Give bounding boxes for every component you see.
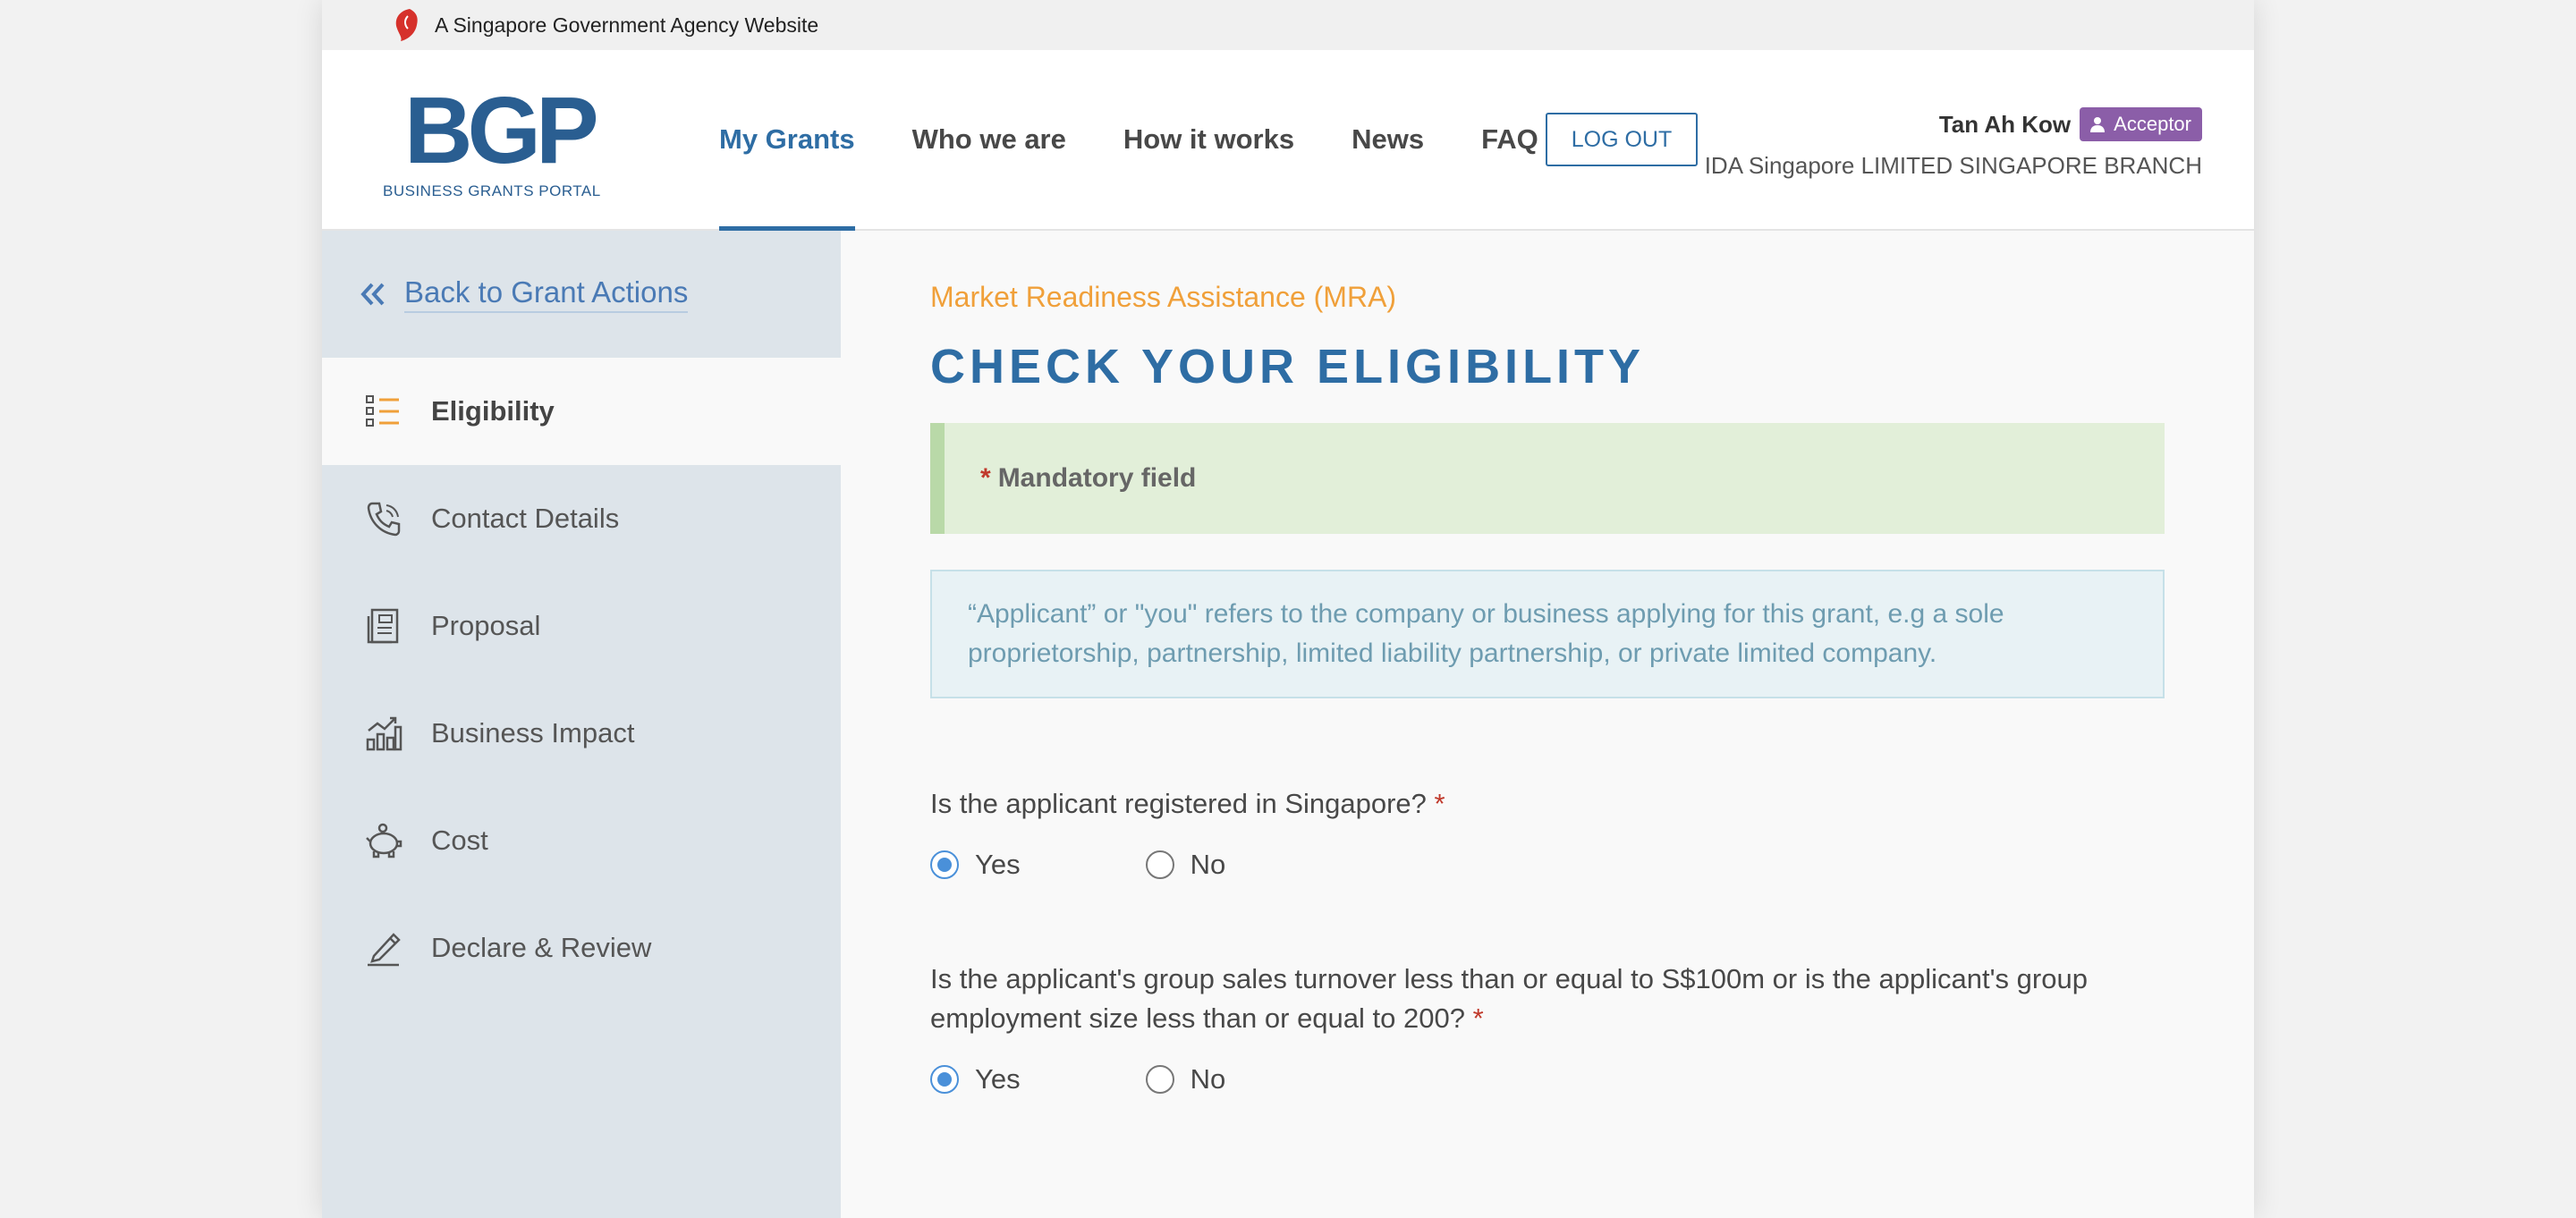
- mandatory-note: * Mandatory field: [930, 423, 2165, 534]
- radio-yes[interactable]: Yes: [930, 1063, 1021, 1095]
- main-nav: My Grants Who we are How it works News F…: [719, 50, 1596, 231]
- back-to-grant-actions-link[interactable]: Back to Grant Actions: [322, 231, 841, 358]
- question-label: Is the applicant registered in Singapore…: [930, 784, 2165, 824]
- sidebar-item-label: Declare & Review: [431, 932, 652, 963]
- nav-how-it-works[interactable]: How it works: [1123, 50, 1294, 229]
- mandatory-note-text: Mandatory field: [997, 463, 1197, 493]
- chart-icon: [366, 716, 402, 751]
- role-badge: Acceptor: [2080, 107, 2202, 141]
- phone-icon: [367, 502, 401, 537]
- pen-icon: [368, 933, 401, 967]
- radio-label: Yes: [975, 1063, 1021, 1095]
- main-content: Market Readiness Assistance (MRA) CHECK …: [930, 231, 2165, 1095]
- radio-no[interactable]: No: [1145, 849, 1226, 881]
- bgp-logo[interactable]: BGP BUSINESS GRANTS PORTAL: [383, 78, 606, 200]
- nav-news[interactable]: News: [1352, 50, 1424, 229]
- user-info: Tan Ah Kow Acceptor IDA Singapore LIMITE…: [1705, 107, 2202, 180]
- piggy-bank-icon: [366, 823, 402, 859]
- sidebar-item-label: Cost: [431, 825, 488, 856]
- radio-circle[interactable]: [1145, 850, 1174, 879]
- radio-yes[interactable]: Yes: [930, 849, 1021, 881]
- radio-group: Yes No: [930, 1063, 2165, 1095]
- radio-label: No: [1190, 849, 1226, 880]
- required-asterisk: *: [980, 463, 991, 493]
- question-text: Is the applicant's group sales turnover …: [930, 963, 2088, 1034]
- question-text: Is the applicant registered in Singapore…: [930, 788, 1427, 819]
- gov-masthead: A Singapore Government Agency Website: [322, 0, 2254, 50]
- person-icon: [2090, 117, 2106, 132]
- question-label: Is the applicant's group sales turnover …: [930, 960, 2165, 1038]
- sidebar-item-eligibility[interactable]: Eligibility: [322, 358, 841, 465]
- logo-mark: BGP: [404, 78, 599, 183]
- nav-my-grants[interactable]: My Grants: [719, 50, 855, 231]
- required-asterisk: *: [1472, 1002, 1484, 1034]
- document-icon: [367, 608, 399, 644]
- sidebar-item-business-impact[interactable]: Business Impact: [322, 680, 841, 787]
- lion-head-icon: [395, 9, 418, 41]
- question-turnover: Is the applicant's group sales turnover …: [930, 960, 2165, 1095]
- sidebar-item-label: Business Impact: [431, 717, 635, 749]
- radio-label: Yes: [975, 849, 1021, 880]
- radio-no[interactable]: No: [1145, 1063, 1226, 1095]
- sidebar-item-cost[interactable]: Cost: [322, 787, 841, 894]
- user-name: Tan Ah Kow: [1938, 110, 2072, 138]
- applicant-definition-info: “Applicant” or "you" refers to the compa…: [930, 570, 2165, 698]
- sidebar-item-label: Proposal: [431, 610, 541, 641]
- back-link-label: Back to Grant Actions: [404, 275, 689, 313]
- question-registered: Is the applicant registered in Singapore…: [930, 784, 2165, 881]
- radio-circle[interactable]: [930, 1065, 959, 1094]
- organisation-name: IDA Singapore LIMITED SINGAPORE BRANCH: [1704, 152, 2202, 179]
- list-icon: [366, 395, 399, 427]
- nav-who-we-are[interactable]: Who we are: [912, 50, 1066, 229]
- radio-circle[interactable]: [930, 850, 959, 879]
- sidebar-item-label: Contact Details: [431, 503, 620, 534]
- required-asterisk: *: [1434, 788, 1445, 819]
- grant-name: Market Readiness Assistance (MRA): [930, 281, 1397, 313]
- sidebar-item-declare-review[interactable]: Declare & Review: [322, 894, 841, 1002]
- radio-label: No: [1190, 1063, 1226, 1095]
- sidebar: Back to Grant Actions Eligibility Contac…: [322, 231, 841, 1218]
- radio-group: Yes No: [930, 849, 2165, 881]
- sidebar-item-contact-details[interactable]: Contact Details: [322, 465, 841, 572]
- logo-subtitle: BUSINESS GRANTS PORTAL: [383, 182, 601, 199]
- double-chevron-left-icon: [360, 283, 385, 306]
- sidebar-item-label: Eligibility: [431, 395, 555, 427]
- logout-button[interactable]: LOG OUT: [1546, 113, 1698, 166]
- radio-circle[interactable]: [1145, 1065, 1174, 1094]
- masthead-text: A Singapore Government Agency Website: [435, 13, 819, 37]
- site-header: BGP BUSINESS GRANTS PORTAL My Grants Who…: [322, 50, 2254, 231]
- role-label: Acceptor: [2114, 113, 2191, 135]
- page-title: CHECK YOUR ELIGIBILITY: [930, 340, 1646, 393]
- nav-faq[interactable]: FAQ: [1481, 50, 1538, 229]
- page: A Singapore Government Agency Website BG…: [322, 0, 2254, 1218]
- sidebar-item-proposal[interactable]: Proposal: [322, 572, 841, 680]
